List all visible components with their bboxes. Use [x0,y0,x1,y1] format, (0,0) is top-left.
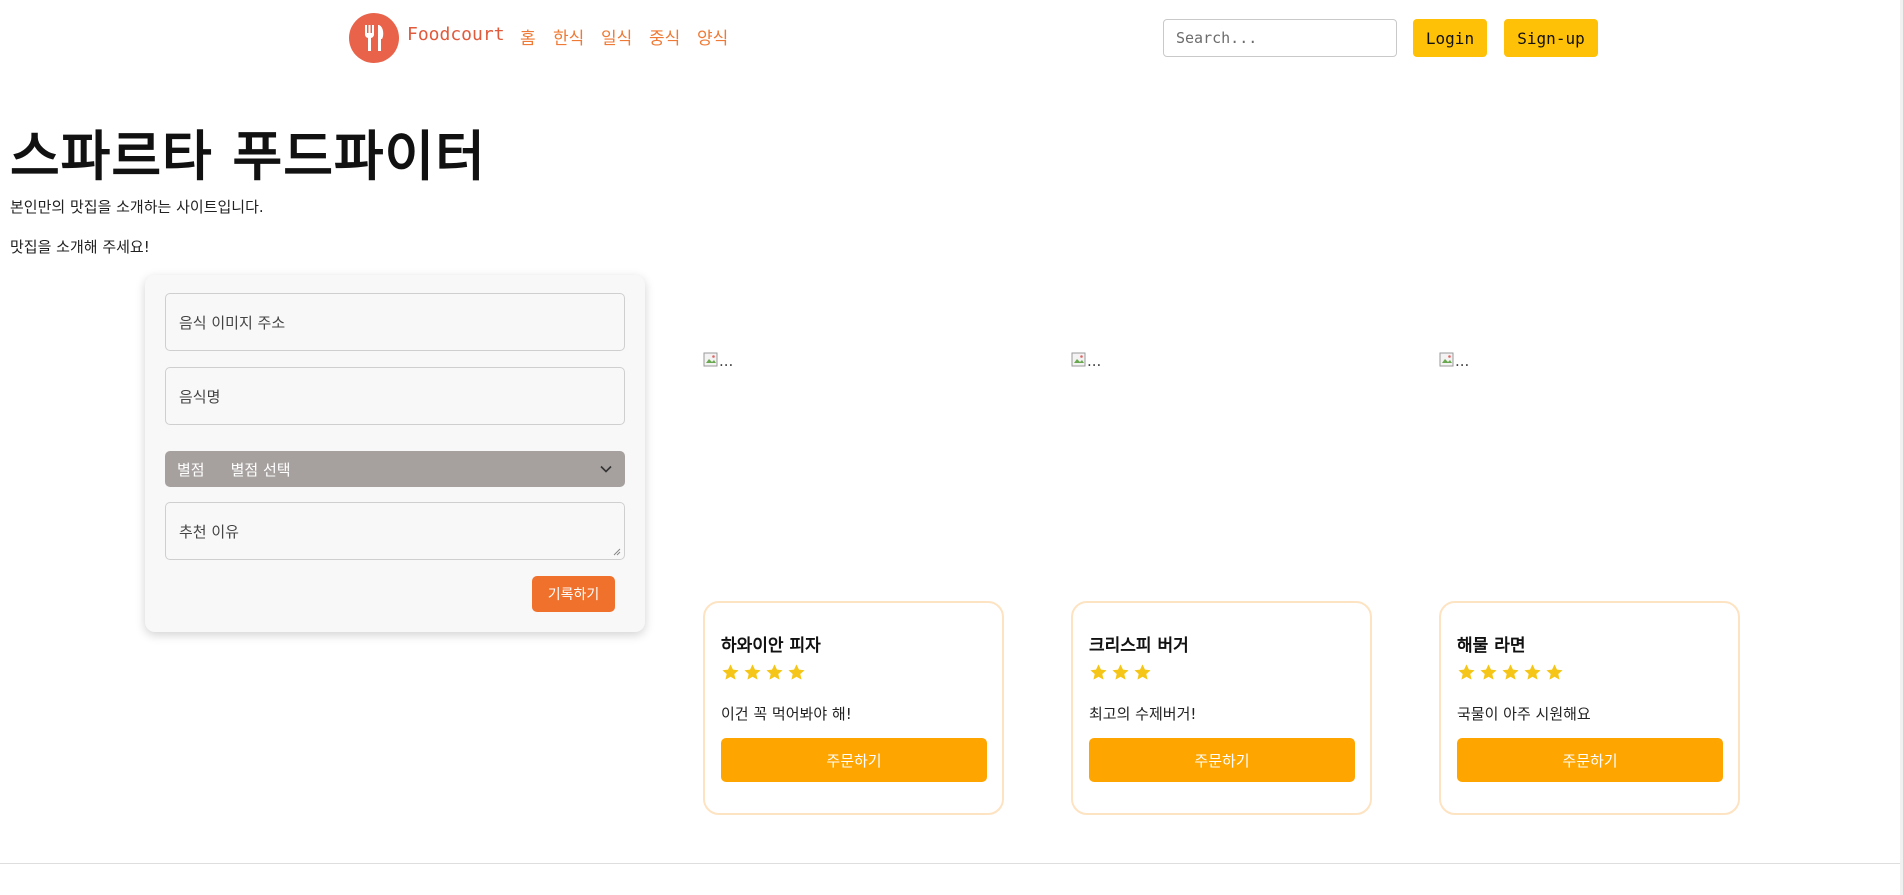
nav-link-japanese[interactable]: 일식 [601,24,632,49]
star-icon [722,664,739,680]
nav-link-home[interactable]: 홈 [520,24,536,49]
image-url-placeholder: 음식 이미지 주소 [179,313,286,332]
page-prompt: 맛집을 소개해 주세요! [10,238,150,256]
rating-selected-value: 별점 선택 [230,460,291,479]
search-input[interactable] [1163,19,1397,57]
star-icon [1546,664,1563,680]
star-icon [1458,664,1475,680]
broken-image-icon [1071,352,1086,367]
rating-select[interactable]: 별점 별점 선택 [165,451,625,487]
star-rating [721,663,806,682]
star-rating [1457,663,1564,682]
nav-link-chinese[interactable]: 중식 [649,24,680,49]
food-card-description: 국물이 아주 시원해요 [1457,705,1591,723]
order-button[interactable]: 주문하기 [1457,738,1723,782]
brand-logo[interactable] [349,13,399,63]
nav-link-korean[interactable]: 한식 [553,24,584,49]
submit-button[interactable]: 기록하기 [532,576,615,612]
food-image: ... [1439,352,1739,592]
page-title: 스파르타 푸드파이터 [10,125,486,188]
broken-image-icon [1439,352,1454,367]
star-rating [1089,663,1152,682]
star-icon [766,664,783,680]
chevron-down-icon [600,465,612,473]
star-icon [744,664,761,680]
food-image-alt: ... [1087,352,1102,370]
reason-placeholder: 추천 이유 [179,522,239,541]
star-icon [1502,664,1519,680]
food-card-description: 이건 꼭 먹어봐야 해! [721,705,852,723]
brand-name[interactable]: Foodcourt [407,24,505,45]
food-name-field[interactable]: 음식명 [165,367,625,425]
order-button[interactable]: 주문하기 [721,738,987,782]
star-icon [1524,664,1541,680]
star-icon [1090,664,1107,680]
nav-link-western[interactable]: 양식 [697,24,728,49]
star-icon [1112,664,1129,680]
star-icon [1480,664,1497,680]
star-icon [788,664,805,680]
food-card: 하와이안 피자 이건 꼭 먹어봐야 해! 주문하기 [703,601,1004,815]
star-icon [1134,664,1151,680]
review-form: 음식 이미지 주소 음식명 별점 별점 선택 추천 이유 기록하기 [145,275,645,632]
order-button[interactable]: 주문하기 [1089,738,1355,782]
resize-handle-icon[interactable] [613,548,621,556]
image-url-field[interactable]: 음식 이미지 주소 [165,293,625,351]
reason-textarea[interactable]: 추천 이유 [165,502,625,560]
food-card-title: 크리스피 버거 [1089,636,1189,656]
food-card: 크리스피 버거 최고의 수제버거! 주문하기 [1071,601,1372,815]
food-image: ... [1071,352,1371,592]
rating-label: 별점 [177,460,205,479]
food-name-placeholder: 음식명 [179,387,221,406]
food-image: ... [703,352,1003,592]
food-card-title: 해물 라면 [1457,636,1526,656]
food-image-alt: ... [1455,352,1470,370]
page-subtitle: 본인만의 맛집을 소개하는 사이트입니다. [10,198,264,216]
broken-image-icon [703,352,718,367]
navbar: Foodcourt 홈 한식 일식 중식 양식 Login Sign-up [0,0,1903,76]
food-card: 해물 라면 국물이 아주 시원해요 주문하기 [1439,601,1740,815]
login-button[interactable]: Login [1413,19,1487,57]
fork-knife-icon [365,25,384,51]
footer-divider [0,863,1903,864]
food-card-title: 하와이안 피자 [721,636,821,656]
signup-button[interactable]: Sign-up [1504,19,1598,57]
food-card-description: 최고의 수제버거! [1089,705,1197,723]
food-image-alt: ... [719,352,734,370]
